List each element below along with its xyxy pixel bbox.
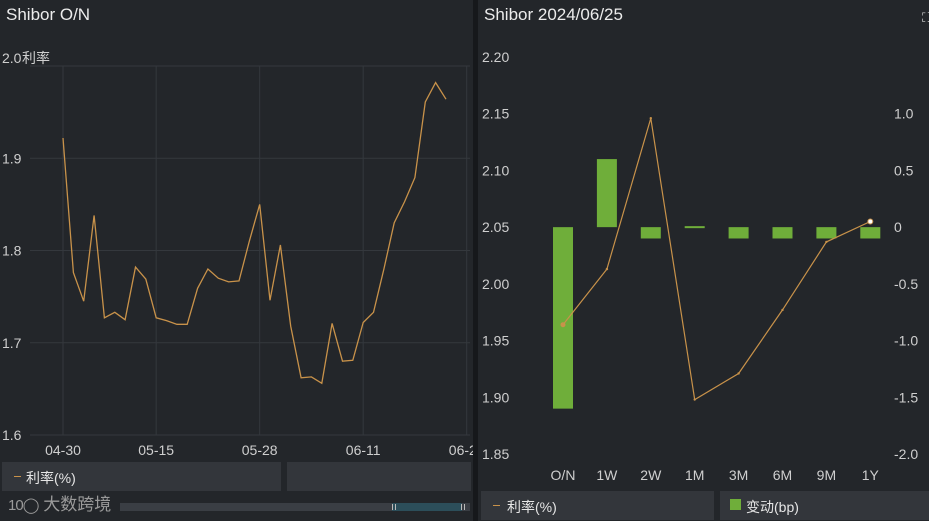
y-right-tick-label: -0.5 <box>894 276 918 292</box>
x-category-label: O/N <box>551 467 576 483</box>
y-right-tick-label: 0 <box>894 219 902 235</box>
watermark: 10◯ 大数跨境 <box>8 490 111 515</box>
y-right-tick-label: -2.0 <box>894 446 918 462</box>
y-right-tick-label: -1.0 <box>894 333 918 349</box>
y-left-tick-label: 2.10 <box>482 162 509 178</box>
x-tick-label: 05-15 <box>138 442 174 458</box>
y-tick-label: 2.0 <box>2 50 22 66</box>
right-legend-rate[interactable]: 利率(%) <box>481 491 714 520</box>
y-left-tick-label: 1.90 <box>482 389 509 405</box>
left-legend-empty <box>287 462 471 491</box>
x-category-label: 2W <box>640 467 662 483</box>
x-tick-label: 06-11 <box>346 442 381 458</box>
change-bar <box>553 227 573 409</box>
x-category-label: 9M <box>817 467 836 483</box>
y-right-tick-label: 0.5 <box>894 162 914 178</box>
change-bar <box>772 227 793 239</box>
y-axis-label: 利率 <box>22 50 50 66</box>
y-left-tick-label: 2.00 <box>482 276 509 292</box>
left-legend[interactable]: 利率(%) <box>2 462 281 491</box>
y-left-tick-label: 2.20 <box>482 49 509 65</box>
y-left-tick-label: 1.95 <box>482 333 509 349</box>
rate-point <box>649 117 652 120</box>
y-left-tick-label: 2.15 <box>482 106 509 122</box>
rate-point <box>867 218 874 225</box>
right-legend-change[interactable]: 变动(bp) <box>720 491 929 520</box>
rate-point <box>825 240 828 244</box>
legend-line-swatch <box>493 505 500 506</box>
right-combo-chart: 2.20 2.15 2.10 2.05 2.00 1.95 1.90 1.85 1.0 0.5 0 -… <box>482 49 918 483</box>
rate-point <box>693 398 696 401</box>
scrollbar-thumb[interactable] <box>392 503 462 511</box>
rate-series-line <box>62 81 447 385</box>
x-category-label: 1Y <box>862 467 880 483</box>
y-tick-label: 1.9 <box>2 150 22 166</box>
watermark-text: 大数跨境 <box>43 495 112 514</box>
scrollbar-track[interactable] <box>120 503 470 511</box>
rate-point <box>605 267 609 271</box>
x-category-label: 1W <box>596 467 618 483</box>
y-tick-label: 1.7 <box>2 335 22 351</box>
y-tick-label: 1.6 <box>2 427 22 443</box>
x-category-label: 6M <box>773 467 792 483</box>
x-tick-label: 04-30 <box>45 442 81 458</box>
y-left-tick-label: 2.05 <box>482 219 509 235</box>
rate-point <box>737 372 740 375</box>
scrollbar-left-handle[interactable] <box>392 504 396 510</box>
y-right-tick-label: -1.5 <box>894 389 918 405</box>
right-legend-rate-label: 利率(%) <box>507 499 557 515</box>
left-chart-panel: Shibor O/N 04-3005-1505-2806-1106-242.0利… <box>0 0 473 521</box>
legend-line-swatch <box>14 476 21 477</box>
right-chart-panel: Shibor 2024/06/25 ⛶ 2.20 2.15 2.10 2.05 2.00… <box>478 0 929 521</box>
legend-bar-swatch <box>730 499 741 510</box>
x-category-label: 3M <box>729 467 748 483</box>
y-tick-label: 1.8 <box>2 243 22 259</box>
x-tick-label: 05-28 <box>242 442 278 458</box>
change-bar <box>596 159 617 228</box>
rate-point <box>560 322 566 328</box>
logo-icon: 10◯ <box>8 497 40 514</box>
x-tick-label: 06-24 <box>449 442 473 458</box>
left-legend-label: 利率(%) <box>26 470 76 486</box>
rate-point <box>781 308 784 312</box>
y-right-tick-label: 1.0 <box>894 106 914 122</box>
change-bar <box>684 226 705 229</box>
change-bar <box>728 227 749 239</box>
right-legend-change-label: 变动(bp) <box>746 499 799 515</box>
scrollbar-right-handle[interactable] <box>461 504 465 510</box>
change-bar <box>816 227 837 239</box>
change-bar <box>640 227 661 239</box>
x-category-label: 1M <box>685 467 704 483</box>
left-line-chart: 04-30 05-15 05-28 06-11 06-24 2.0利率 1.9 1.8 1.7 1… <box>2 50 473 458</box>
y-left-tick-label: 1.85 <box>482 446 509 462</box>
change-bar <box>860 227 881 239</box>
